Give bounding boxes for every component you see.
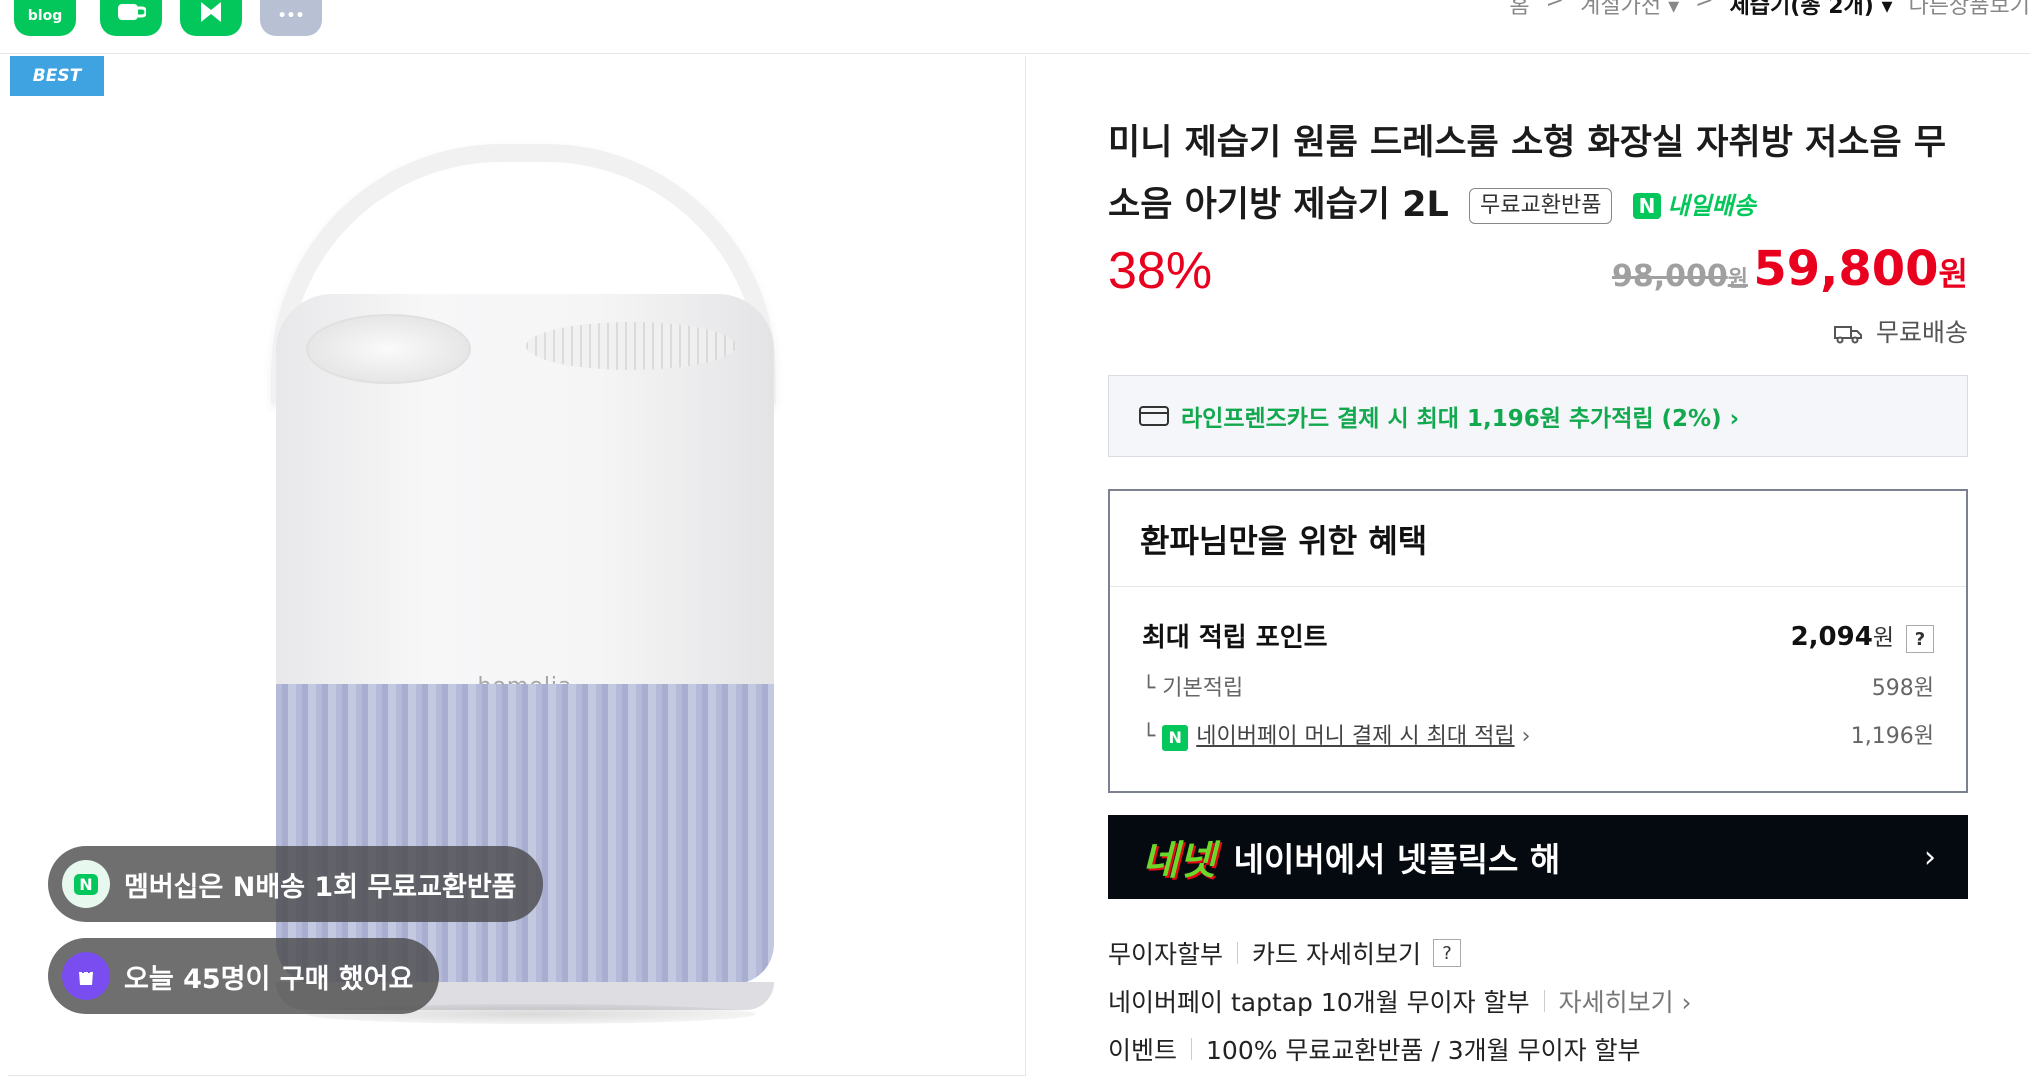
max-points-row: 최대 적립 포인트 2,094원? [1110, 617, 1966, 654]
card-promo-text: 라인프렌즈카드 결제 시 최대 1,196원 추가적립 (2%) › [1181, 406, 1740, 432]
naver-pay-icon: N [1162, 724, 1189, 751]
sale-price: 59,800원 [1753, 241, 1968, 297]
price-row: 38% 98,000원 59,800원 [1108, 241, 1968, 321]
breadcrumb-separator: > [1695, 0, 1714, 13]
control-dial [306, 314, 471, 384]
band-share-icon[interactable] [180, 0, 242, 36]
breadcrumb-category[interactable]: 계절가전 ▾ [1580, 0, 1679, 20]
netflix-promo-logo: 네넷 [1142, 838, 1216, 884]
purchase-count-pill: 오늘 45명이 구매 했어요 [48, 938, 440, 1014]
installment-info: 무이자할부 카드 자세히보기 ? 네이버페이 taptap 10개월 무이자 할… [1108, 929, 1968, 1073]
original-price: 98,000원 [1611, 259, 1748, 294]
truck-icon [1834, 326, 1863, 344]
discount-rate: 38% [1108, 242, 1213, 300]
benefit-heading: 환파님만을 위한 혜택 [1110, 491, 1966, 587]
help-icon[interactable]: ? [1906, 625, 1934, 654]
membership-pill: N 멤버십은 N배송 1회 무료교환반품 [48, 846, 543, 922]
purchase-count-text: 오늘 45명이 구매 했어요 [124, 963, 414, 995]
product-image-panel[interactable]: BEST homelia N 멤버십은 N배송 1회 무료교환반품 오늘 45명… [8, 56, 1026, 1076]
chevron-right-icon: › [1924, 839, 1936, 875]
top-bar: blog ••• 홈 > 계절가전 ▾ > 제습기(총 2개) ▾ 다른상품보기 [0, 0, 2030, 54]
basic-points-row: └ 기본적립 598원 [1142, 676, 1934, 701]
breadcrumb-home[interactable]: 홈 [1509, 0, 1529, 20]
free-return-badge: 무료교환반품 [1469, 188, 1613, 224]
shopping-bag-icon [62, 952, 110, 1000]
npay-installment-line: 네이버페이 taptap 10개월 무이자 할부 자세히보기 › [1108, 977, 1968, 1025]
cafe-share-icon[interactable] [100, 0, 162, 36]
details-link[interactable]: 자세히보기 › [1559, 983, 1692, 1019]
product-info-panel: 미니 제습기 원룸 드레스룸 소형 화장실 자취방 저소음 무소음 아기방 제습… [1108, 112, 1968, 1073]
membership-text: 멤버십은 N배송 1회 무료교환반품 [124, 871, 517, 903]
card-details-link[interactable]: 카드 자세히보기 [1252, 935, 1421, 971]
npay-points-link[interactable]: 네이버페이 머니 결제 시 최대 적립 [1196, 724, 1514, 749]
benefit-box: 환파님만을 위한 혜택 최대 적립 포인트 2,094원? └ 기본적립 598… [1108, 489, 1968, 793]
air-vent [526, 322, 736, 370]
n-delivery-icon: N [1632, 193, 1662, 219]
netflix-banner[interactable]: 네넷 네이버에서 넷플릭스 해 › [1108, 815, 1968, 899]
card-promo-banner[interactable]: 라인프렌즈카드 결제 시 최대 1,196원 추가적립 (2%) › [1108, 375, 1968, 457]
other-products-link[interactable]: 다른상품보기 [1909, 0, 2030, 20]
credit-card-icon [1139, 406, 1169, 426]
breadcrumb-current[interactable]: 제습기(총 2개) ▾ [1730, 0, 1893, 20]
product-title: 미니 제습기 원룸 드레스룸 소형 화장실 자취방 저소음 무소음 아기방 제습… [1108, 112, 1968, 237]
installment-line: 무이자할부 카드 자세히보기 ? [1108, 929, 1968, 977]
tomorrow-delivery-badge: N 내일배송 [1632, 175, 1756, 237]
more-share-icon[interactable]: ••• [260, 0, 322, 36]
best-badge: BEST [10, 56, 104, 96]
n-delivery-icon: N [62, 860, 110, 908]
help-icon[interactable]: ? [1432, 939, 1461, 967]
breadcrumb: 홈 > 계절가전 ▾ > 제습기(총 2개) ▾ 다른상품보기 [1509, 0, 2030, 20]
breadcrumb-separator: > [1545, 0, 1565, 13]
event-line: 이벤트 100% 무료교환반품 / 3개월 무이자 할부 [1108, 1036, 1641, 1065]
blog-share-icon[interactable]: blog [14, 0, 76, 36]
netflix-banner-text: 네이버에서 넷플릭스 해 [1233, 840, 1561, 879]
product-body: homelia [276, 294, 774, 699]
npay-points-row: └ N 네이버페이 머니 결제 시 최대 적립 › 1,196원 [1142, 724, 1934, 751]
